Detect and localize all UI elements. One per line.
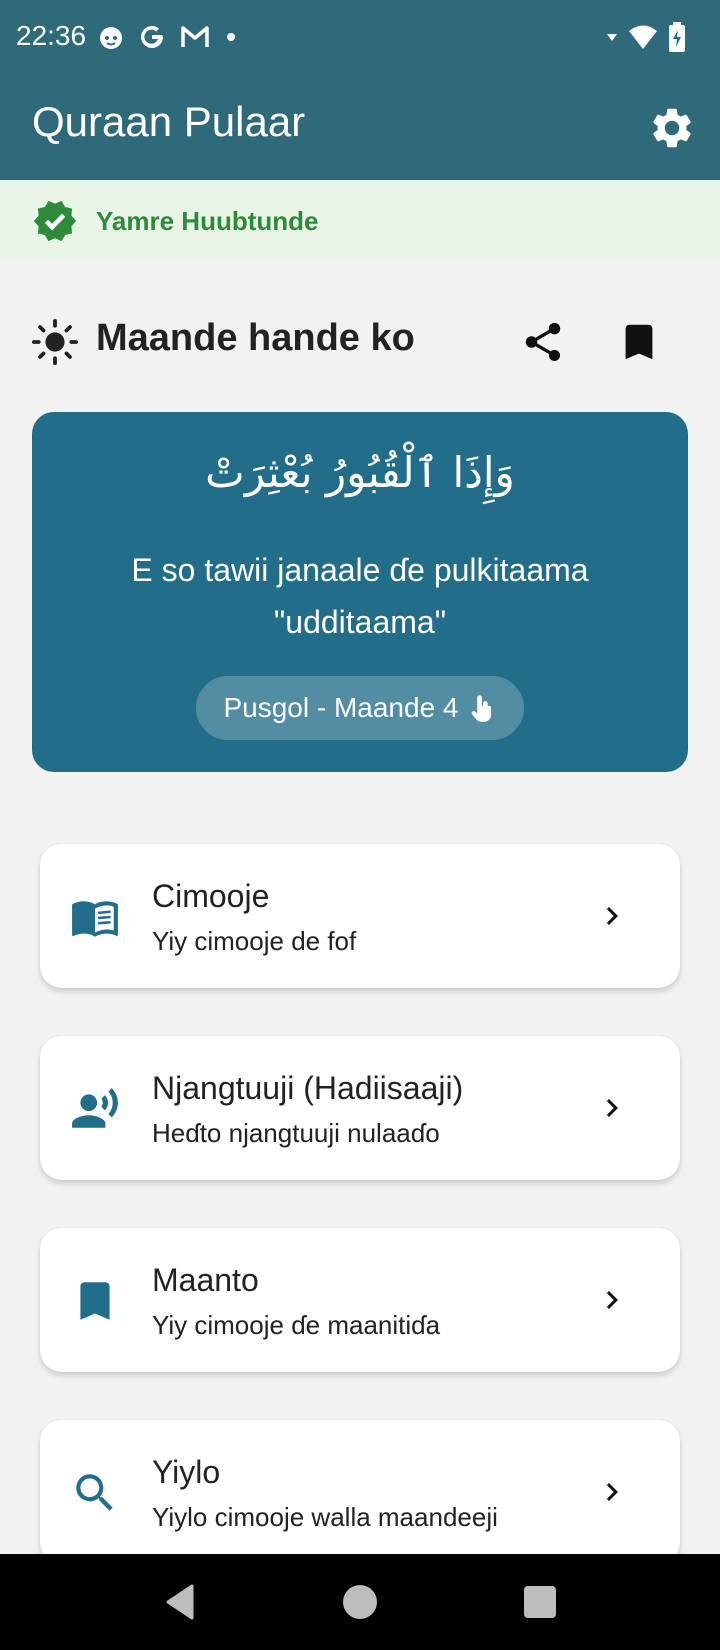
bookmark-icon[interactable] [616,319,662,365]
menu-item-subtitle: Yiy cimooje de fof [152,926,357,956]
verse-of-day-header: Maande hande ko [0,305,720,375]
share-icon[interactable] [520,319,566,365]
menu-item-cimooje[interactable]: Cimooje Yiy cimooje de fof [40,844,680,988]
notification-icons [98,20,238,54]
battery-charging-icon [669,22,685,52]
menu-item-yiylo[interactable]: Yiylo Yiylo cimooje walla maandeeji [40,1420,680,1564]
menu-item-title: Yiylo [152,1454,221,1490]
bookmark-icon [80,1282,110,1320]
verse-translation: E so tawii janaale ɗe pulkitaama "uddita… [131,552,589,640]
system-icons [606,20,686,54]
google-icon [141,25,163,48]
speaking-person-icon [72,1088,118,1128]
cat-notification-icon [100,27,122,49]
menu-item-subtitle: Heɗto njangtuuji nulaaɗo [152,1118,440,1148]
menu-item-title: Maanto [152,1262,259,1298]
menu-item-subtitle: Yiylo cimooje walla maandeeji [152,1502,498,1532]
menu-item-maanto[interactable]: Maanto Yiy cimooje ɗe maanitiɗa [40,1228,680,1372]
verified-label: Yamre Huubtunde [96,206,319,236]
app-title: Quraan Pulaar [32,98,306,145]
book-icon [72,901,118,937]
home-icon[interactable] [338,1580,382,1624]
dot-icon [227,33,235,41]
chevron-right-icon [606,907,618,925]
gmail-icon [181,26,209,47]
tap-icon [471,695,491,722]
verse-card[interactable]: وَإِذَا ٱلْقُبُورُ بُعْثِرَتْ E so tawii… [32,412,688,772]
chevron-right-icon [606,1483,618,1501]
status-bar: 22:36 [0,0,720,74]
system-nav-bar [0,1554,720,1650]
verified-banner: Yamre Huubtunde [0,180,720,260]
app-bar: Quraan Pulaar [0,74,720,180]
section-title: Maande hande ko [96,317,415,359]
chevron-right-icon [606,1291,618,1309]
menu-item-njangtuuji[interactable]: Njangtuuji (Hadiisaaji) Heɗto njangtuuji… [40,1036,680,1180]
wifi-icon [629,25,657,49]
verse-reference-chip[interactable]: Pusgol - Maande 4 [196,676,524,740]
recents-icon[interactable] [518,1580,562,1624]
status-time: 22:36 [16,20,87,51]
gear-icon[interactable] [648,104,696,152]
sun-icon [32,319,78,365]
verified-badge-icon [33,200,77,242]
verse-arabic: وَإِذَا ٱلْقُبُورُ بُعْثِرَتْ [205,448,515,497]
verse-reference: Pusgol - Maande 4 [223,692,459,723]
back-icon[interactable] [158,1580,202,1624]
menu-item-title: Cimooje [152,878,270,914]
menu-item-subtitle: Yiy cimooje ɗe maanitiɗa [152,1310,441,1340]
menu-item-title: Njangtuuji (Hadiisaaji) [152,1070,464,1106]
chevron-right-icon [606,1099,618,1117]
signal-arrow-icon [607,34,617,41]
search-icon [76,1474,113,1511]
